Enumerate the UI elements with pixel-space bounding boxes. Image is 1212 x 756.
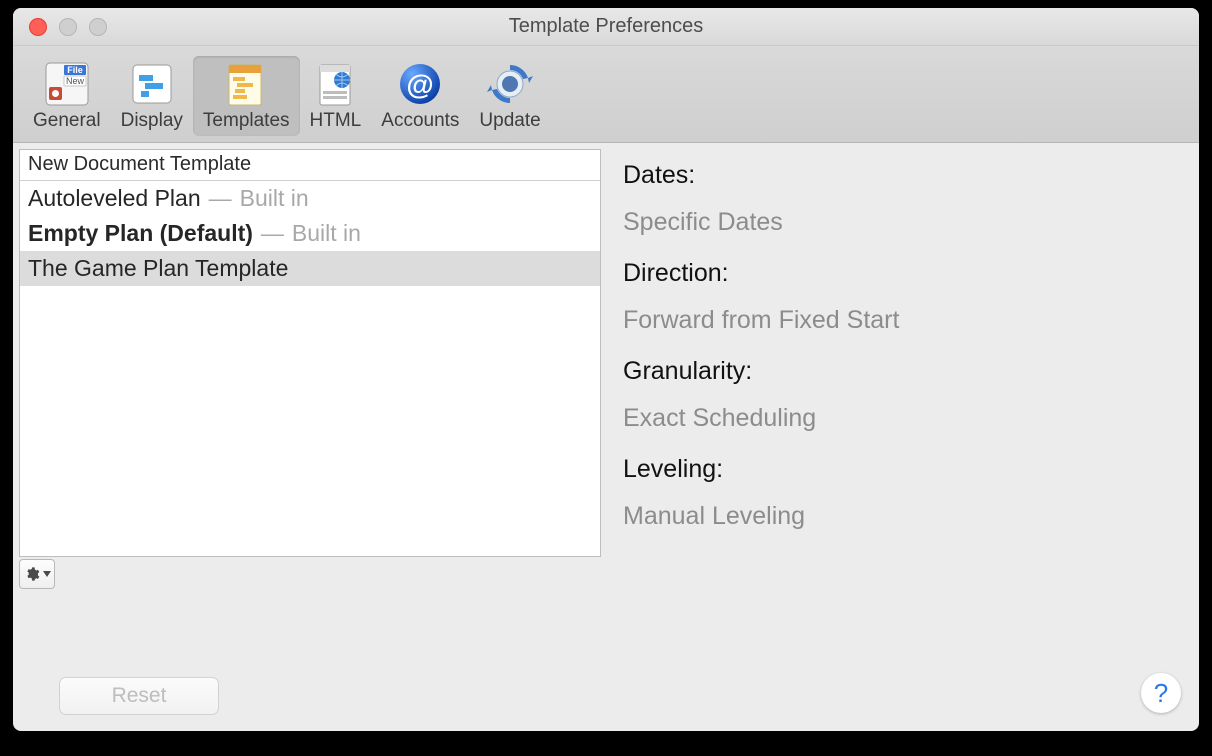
- tab-html[interactable]: HTML: [300, 56, 372, 136]
- template-row[interactable]: Autoleveled Plan — Built in: [20, 181, 600, 216]
- accounts-icon: @: [396, 60, 444, 108]
- templates-icon: [222, 60, 270, 108]
- tab-templates[interactable]: Templates: [193, 56, 300, 136]
- tab-display[interactable]: Display: [111, 56, 193, 136]
- close-button[interactable]: [29, 18, 47, 36]
- template-suffix: Built in: [240, 185, 309, 212]
- chevron-down-icon: [43, 571, 51, 577]
- dates-value: Specific Dates: [623, 208, 1179, 237]
- bottom-bar: Reset ?: [13, 661, 1199, 731]
- tab-label: Accounts: [381, 110, 459, 132]
- template-suffix: Built in: [292, 220, 361, 247]
- tab-label: Display: [121, 110, 183, 132]
- leveling-label: Leveling:: [623, 455, 1179, 484]
- dates-label: Dates:: [623, 161, 1179, 190]
- template-name: The Game Plan Template: [28, 255, 288, 282]
- update-icon: [486, 60, 534, 108]
- help-button[interactable]: ?: [1141, 673, 1181, 713]
- direction-value: Forward from Fixed Start: [623, 306, 1179, 335]
- templates-list[interactable]: New Document Template Autoleveled Plan —…: [19, 149, 601, 557]
- templates-panel: New Document Template Autoleveled Plan —…: [13, 143, 601, 661]
- leveling-value: Manual Leveling: [623, 502, 1179, 531]
- display-icon: [128, 60, 176, 108]
- tab-accounts[interactable]: @ Accounts: [371, 56, 469, 136]
- tab-label: Update: [479, 110, 540, 132]
- zoom-button[interactable]: [89, 18, 107, 36]
- general-icon: File New: [43, 60, 91, 108]
- tab-label: Templates: [203, 110, 290, 132]
- tab-general[interactable]: File New General: [23, 56, 111, 136]
- separator: —: [209, 185, 232, 212]
- gear-icon: [24, 566, 40, 582]
- template-row[interactable]: Empty Plan (Default) — Built in: [20, 216, 600, 251]
- granularity-label: Granularity:: [623, 357, 1179, 386]
- separator: —: [261, 220, 284, 247]
- direction-label: Direction:: [623, 259, 1179, 288]
- window-title: Template Preferences: [13, 15, 1199, 38]
- svg-text:@: @: [407, 69, 434, 100]
- minimize-button[interactable]: [59, 18, 77, 36]
- template-name: Empty Plan (Default): [28, 220, 253, 247]
- tab-label: General: [33, 110, 101, 132]
- reset-button[interactable]: Reset: [59, 677, 219, 715]
- html-icon: [311, 60, 359, 108]
- templates-list-header: New Document Template: [20, 150, 600, 181]
- titlebar: Template Preferences: [13, 8, 1199, 46]
- template-details: Dates: Specific Dates Direction: Forward…: [601, 143, 1199, 661]
- granularity-value: Exact Scheduling: [623, 404, 1179, 433]
- preferences-toolbar: File New General Display: [13, 46, 1199, 143]
- traffic-lights: [13, 18, 107, 36]
- templates-actions-menu[interactable]: [19, 559, 55, 589]
- tab-update[interactable]: Update: [469, 56, 550, 136]
- svg-text:New: New: [66, 76, 85, 86]
- tab-label: HTML: [310, 110, 362, 132]
- preferences-window: Template Preferences File New General: [13, 8, 1199, 731]
- template-row[interactable]: The Game Plan Template: [20, 251, 600, 286]
- main-content: New Document Template Autoleveled Plan —…: [13, 143, 1199, 661]
- template-name: Autoleveled Plan: [28, 185, 201, 212]
- svg-text:File: File: [67, 65, 83, 75]
